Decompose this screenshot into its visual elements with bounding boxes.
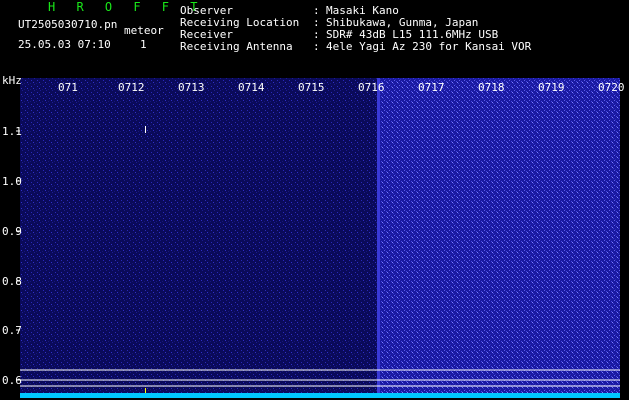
x-tick-label: 0714 — [238, 81, 265, 94]
x-tick-label: 0719 — [538, 81, 565, 94]
x-tick-label: 0715 — [298, 81, 325, 94]
y-axis-unit: kHz — [2, 74, 22, 87]
x-tick-label: 071 — [58, 81, 78, 94]
x-tick-label: 0718 — [478, 81, 505, 94]
y-axis-ticks: 1.11.00.90.80.70.6 — [2, 125, 22, 387]
x-tick-label: 0713 — [178, 81, 205, 94]
spectrum-left-region — [20, 78, 378, 396]
meteor-echo-mark — [145, 126, 146, 133]
spectrogram: kHz 1.11.00.90.80.70.6 071 0712 0713 0714 07… — [2, 74, 625, 398]
x-tick-label: 0716 — [358, 81, 385, 94]
spectrum-right-region — [378, 78, 620, 396]
baseline-signal — [20, 393, 620, 398]
x-tick-label: 0712 — [118, 81, 145, 94]
spectrum-divider — [377, 78, 380, 396]
x-tick-label: 0717 — [418, 81, 445, 94]
x-tick-label: 0720 — [598, 81, 625, 94]
